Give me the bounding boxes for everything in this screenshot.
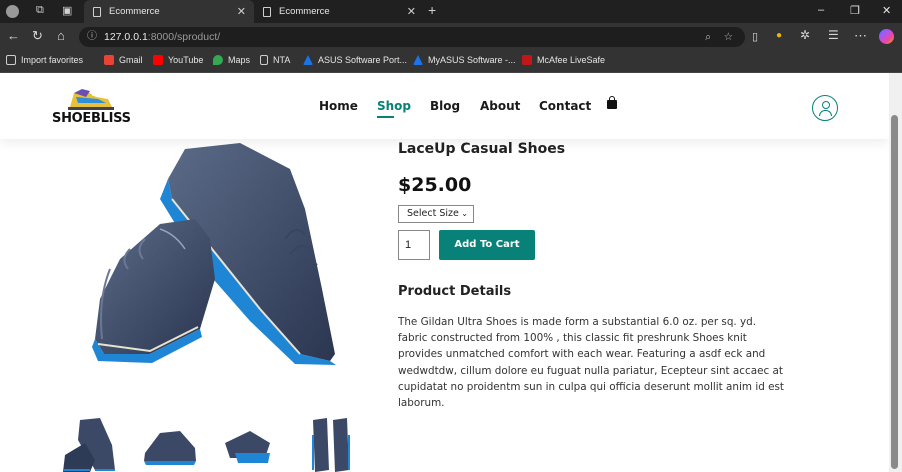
chevron-down-icon: ⌄ [461,209,468,218]
zoom-icon[interactable]: ⌕ [705,27,711,47]
bookmark-gmail[interactable]: Gmail [104,55,143,65]
bookmarks-bar: Import favorites Gmail YouTube Maps NTA … [0,51,902,73]
copilot-icon[interactable] [879,29,894,44]
nav-contact[interactable]: Contact [539,99,591,113]
bookmark-label: Maps [228,55,251,65]
maps-icon [213,55,223,65]
product-title: LaceUp Casual Shoes [398,141,566,157]
tab-label: Ecommerce [279,6,330,17]
bookmark-label: YouTube [168,55,204,65]
tab-ecommerce-1[interactable]: Ecommerce ✕ [84,0,254,23]
scrollbar-thumb[interactable] [891,115,898,469]
extensions-puzzle-icon[interactable]: ✲ [800,28,810,42]
extension-icon[interactable]: ● [776,30,782,41]
bookmark-label: McAfee LiveSafe [537,55,606,65]
tab-ecommerce-2[interactable]: Ecommerce ✕ [254,0,424,23]
nav-about[interactable]: About [480,99,520,113]
youtube-icon [153,55,163,65]
page-icon [93,6,101,17]
nav-home[interactable]: Home [319,99,358,113]
bookmark-label: ASUS Software Port... [318,55,408,65]
quantity-input[interactable]: 1 [398,230,430,260]
product-thumbnail[interactable] [140,423,200,468]
url-host: 127.0.0.1 [104,31,148,43]
page-icon [260,55,268,65]
bookmark-myasus[interactable]: MyASUS Software -... [413,55,516,65]
browser-tab-bar: ⧉ ▣ Ecommerce ✕ Ecommerce ✕ + – ❐ ✕ [0,0,902,23]
bookmark-maps[interactable]: Maps [213,55,250,65]
nav-blog[interactable]: Blog [430,99,460,113]
bookmark-nta[interactable]: NTA [260,55,290,65]
bookmark-mcafee[interactable]: McAfee LiveSafe [522,55,605,65]
refresh-icon[interactable]: ↻ [32,28,43,44]
close-tab-icon[interactable]: ✕ [237,5,246,18]
asus-icon [413,55,423,65]
minimize-icon[interactable]: – [818,4,824,16]
device-icon[interactable]: ▯ [752,30,758,43]
size-select[interactable]: Select Size ⌄ [398,205,474,223]
home-icon[interactable]: ⌂ [57,28,65,43]
asus-icon [303,55,313,65]
add-to-cart-button[interactable]: Add To Cart [439,230,535,260]
user-account-icon[interactable] [812,95,838,121]
product-thumbnail[interactable] [220,423,280,468]
close-tab-icon[interactable]: ✕ [407,5,416,18]
profile-avatar-icon[interactable] [6,5,19,18]
restore-icon[interactable]: ❐ [850,4,860,17]
bookmark-asus-portal[interactable]: ASUS Software Port... [303,55,407,65]
more-menu-icon[interactable]: ⋯ [854,28,867,44]
url-path: :8000/sproduct/ [147,31,221,43]
back-icon[interactable]: ← [7,28,20,43]
bookmark-label: Gmail [119,55,143,65]
bookmark-label: NTA [273,55,291,65]
site-header: SHOEBLISS Home Shop Blog About Contact [0,73,889,139]
product-details-heading: Product Details [398,284,512,299]
nav-shop[interactable]: Shop [377,99,411,118]
bookmark-label: Import favorites [21,55,84,65]
product-price: $25.00 [398,174,472,196]
close-window-icon[interactable]: ✕ [882,4,891,17]
gmail-icon [104,55,114,65]
url-field[interactable]: ⓘ 127.0.0.1:8000/sproduct/ ⌕ ☆ [79,27,745,47]
favorite-star-icon[interactable]: ☆ [724,27,733,47]
tab-label: Ecommerce [109,6,160,17]
bookmark-label: MyASUS Software -... [428,55,516,65]
site-info-icon[interactable]: ⓘ [87,27,97,47]
bookmark-import-favorites[interactable]: Import favorites [6,55,83,65]
mcafee-icon [522,55,532,65]
logo-text: SHOEBLISS [52,111,131,126]
product-thumbnail[interactable] [305,415,355,472]
size-select-value: Select Size [407,208,459,219]
new-tab-icon[interactable]: + [428,2,436,18]
workspaces-icon[interactable]: ⧉ [36,4,44,17]
web-page: SHOEBLISS Home Shop Blog About Contact L… [0,73,889,472]
tab-actions-icon[interactable]: ▣ [62,4,72,17]
product-main-image[interactable] [90,139,360,369]
site-logo[interactable]: SHOEBLISS [52,85,131,127]
page-icon [263,6,271,17]
product-description: The Gildan Ultra Shoes is made form a su… [398,316,784,410]
favorites-icon[interactable]: ☰ [828,28,839,42]
bookmark-youtube[interactable]: YouTube [153,55,203,65]
folder-icon [6,55,16,65]
address-bar-row: ← ↻ ⌂ ⓘ 127.0.0.1:8000/sproduct/ ⌕ ☆ ▯ ●… [0,23,902,51]
product-thumbnail[interactable] [60,415,122,472]
shopping-bag-icon[interactable] [607,96,617,109]
